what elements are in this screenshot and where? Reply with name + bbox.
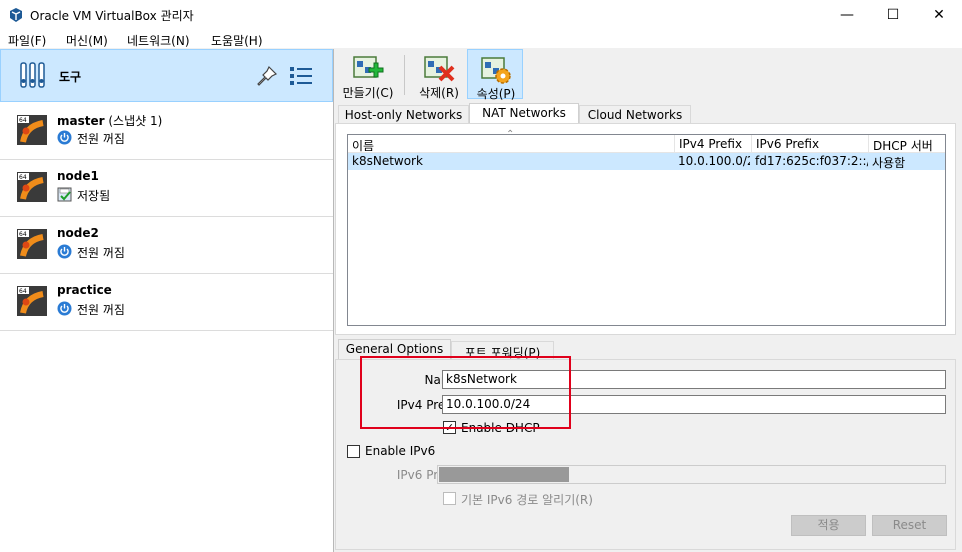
vm-state: 전원 꺼짐	[77, 246, 125, 260]
ubuntu-64-icon: 64	[17, 286, 47, 316]
properties-button[interactable]: 속성(P)	[467, 49, 523, 101]
svg-text:64: 64	[19, 231, 27, 238]
delete-button[interactable]: 삭제(R)	[411, 49, 467, 100]
vm-name: node1	[57, 169, 99, 183]
tab-host-only-networks[interactable]: Host-only Networks	[338, 105, 469, 124]
svg-text:64: 64	[19, 288, 27, 295]
svg-text:64: 64	[19, 174, 27, 181]
ubuntu-64-icon: 64	[17, 172, 47, 202]
vm-name: master (스냅샷 1)	[57, 114, 163, 128]
enable-ipv6-checkbox[interactable]	[347, 445, 360, 458]
delete-label: 삭제(R)	[419, 86, 459, 100]
table-row[interactable]: k8sNetwork 10.0.100.0/24 fd17:625c:f037:…	[348, 153, 945, 170]
sort-ascending-icon: ⌃	[506, 129, 515, 140]
highlight-annotation-box	[360, 356, 571, 429]
vm-item-node2[interactable]: 64 node2 전원 꺼짐	[0, 217, 333, 274]
cell-ipv6-prefix: fd17:625c:f037:2::/64	[755, 154, 868, 168]
properties-network-icon	[481, 57, 511, 84]
properties-label: 속성(P)	[476, 87, 516, 101]
cell-ipv4-prefix: 10.0.100.0/24	[678, 154, 750, 168]
toolbar-separator	[404, 55, 405, 95]
cell-name: k8sNetwork	[352, 154, 423, 168]
advertise-default-ipv6-route-label: 기본 IPv6 경로 알리기(R)	[461, 493, 593, 507]
vm-item-master[interactable]: 64 master (스냅샷 1) 전원 꺼짐	[0, 103, 333, 160]
cell-dhcp-server: 사용함	[872, 156, 906, 170]
vm-item-practice[interactable]: 64 practice 전원 꺼짐	[0, 274, 333, 331]
ubuntu-64-icon: 64	[17, 229, 47, 259]
create-button[interactable]: 만들기(C)	[340, 49, 396, 100]
close-button[interactable]: ✕	[916, 0, 962, 30]
power-off-icon	[57, 130, 72, 145]
menu-file[interactable]: 파일(F)	[8, 32, 46, 49]
ubuntu-64-icon: 64	[17, 115, 47, 145]
reset-button[interactable]: Reset	[872, 515, 947, 536]
nat-network-table[interactable]: ⌃ 이름 IPv4 Prefix IPv6 Prefix DHCP 서버 k8s…	[347, 129, 946, 326]
vm-item-node1[interactable]: 64 node1 저장됨	[0, 160, 333, 217]
network-manager-panel: 만들기(C) 삭제(R) 속성(P) Host-only Networks NA…	[335, 49, 962, 552]
machine-list-panel: 도구 64 master (스냅샷 1) 전원 꺼짐 64 node1 저장됨 …	[0, 49, 334, 552]
power-off-icon	[57, 301, 72, 316]
nat-networks-pane: ⌃ 이름 IPv4 Prefix IPv6 Prefix DHCP 서버 k8s…	[335, 123, 956, 335]
svg-text:64: 64	[19, 117, 27, 124]
apply-button[interactable]: 적용	[791, 515, 866, 536]
menu-bar: 파일(F) 머신(M) 네트워크(N) 도움말(H)	[0, 30, 962, 49]
vm-name: practice	[57, 283, 112, 297]
menu-machine[interactable]: 머신(M)	[66, 32, 108, 49]
vm-state: 전원 꺼짐	[77, 303, 125, 317]
enable-ipv6-label: Enable IPv6	[365, 444, 436, 458]
saved-state-icon	[57, 187, 72, 202]
column-header-name[interactable]: ⌃ 이름	[348, 129, 675, 153]
advertise-default-ipv6-route-checkbox	[443, 492, 456, 505]
vm-name: node2	[57, 226, 99, 240]
delete-network-icon	[424, 56, 455, 82]
create-network-icon	[353, 56, 384, 78]
menu-help[interactable]: 도움말(H)	[211, 32, 263, 49]
tab-cloud-networks[interactable]: Cloud Networks	[579, 105, 691, 124]
virtualbox-icon	[10, 8, 22, 22]
title-bar: Oracle VM VirtualBox 관리자 — ☐ ✕	[0, 0, 962, 30]
general-options-pane: Name: k8sNetwork IPv4 Prefix: 10.0.100.0…	[335, 356, 956, 550]
vm-snapshot: (스냅샷 1)	[104, 114, 163, 128]
column-header-ipv6-prefix[interactable]: IPv6 Prefix	[752, 135, 869, 153]
tools-label: 도구	[59, 70, 82, 84]
menu-network[interactable]: 네트워크(N)	[127, 32, 190, 49]
tools-item[interactable]: 도구	[0, 49, 333, 102]
ipv6-prefix-field	[437, 465, 946, 484]
vm-state: 전원 꺼짐	[77, 132, 125, 146]
list-menu-icon[interactable]	[289, 65, 313, 87]
window-title: Oracle VM VirtualBox 관리자	[30, 9, 194, 23]
vm-state: 저장됨	[77, 189, 111, 203]
ipv6-prefix-disabled-fill	[439, 467, 569, 482]
minimize-button[interactable]: —	[824, 0, 870, 30]
column-header-ipv4-prefix[interactable]: IPv4 Prefix	[675, 135, 752, 153]
pin-icon[interactable]	[255, 64, 279, 88]
tools-icon	[20, 62, 45, 88]
column-header-dhcp-server[interactable]: DHCP 서버	[869, 135, 945, 153]
maximize-button[interactable]: ☐	[870, 0, 916, 30]
power-off-icon	[57, 244, 72, 259]
create-label: 만들기(C)	[342, 86, 394, 100]
tab-nat-networks[interactable]: NAT Networks	[469, 103, 579, 124]
